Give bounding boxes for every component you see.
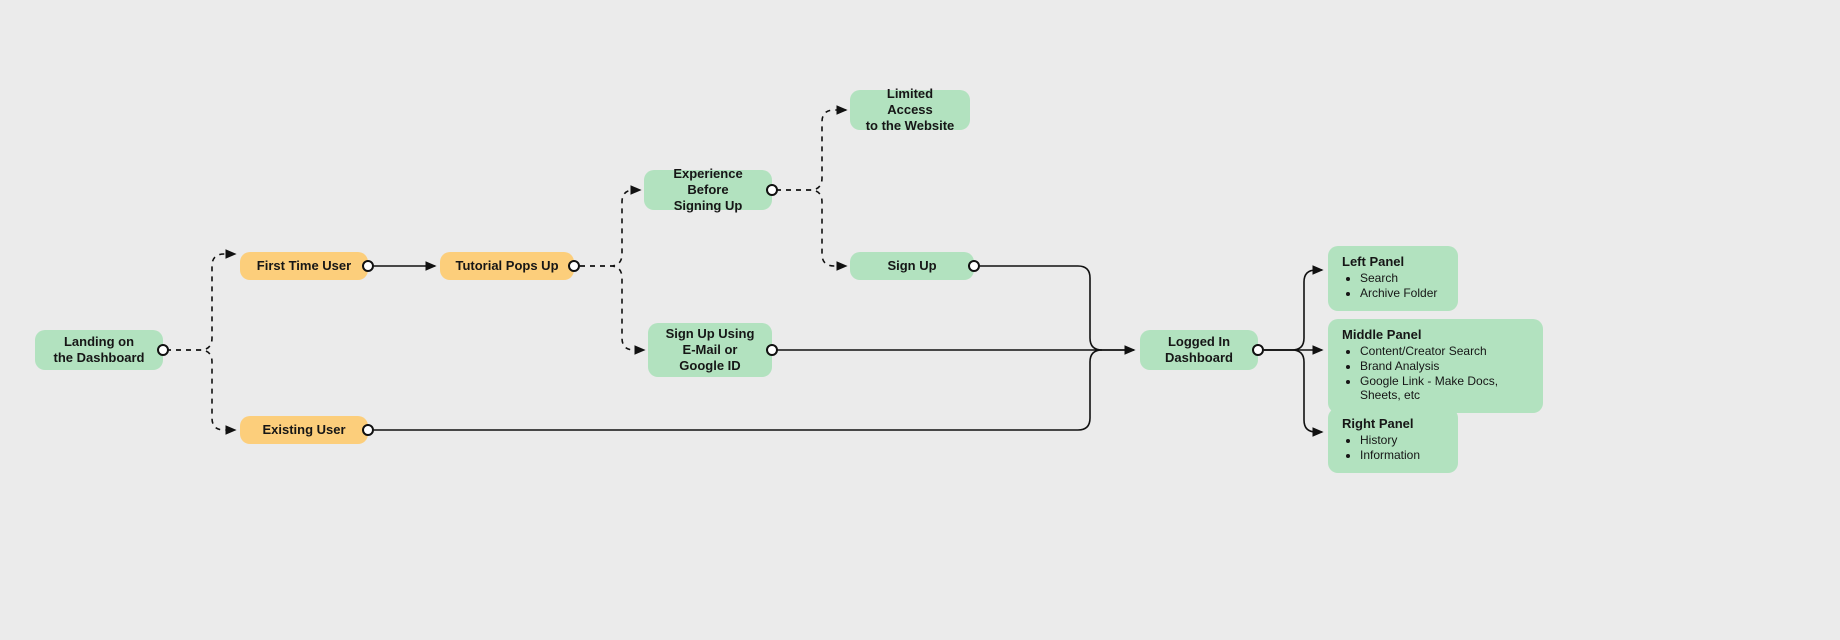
panel-item: Content/Creator Search: [1360, 344, 1529, 358]
panel-title: Right Panel: [1342, 416, 1444, 431]
panel-title: Left Panel: [1342, 254, 1444, 269]
panel-title: Middle Panel: [1342, 327, 1529, 342]
panel-item: Information: [1360, 448, 1444, 462]
node-limited-access[interactable]: Limited Accessto the Website: [850, 90, 970, 130]
node-label: Sign Up UsingE-Mail orGoogle ID: [666, 326, 755, 375]
port-icon: [568, 260, 580, 272]
port-icon: [362, 260, 374, 272]
node-label: Tutorial Pops Up: [455, 258, 558, 274]
node-experience-before-sign-up[interactable]: Experience BeforeSigning Up: [644, 170, 772, 210]
edge-tutorial-to-experience: [580, 190, 640, 266]
edge-experience-to-signup: [776, 190, 846, 266]
edge-landing-to-first-time: [166, 254, 235, 350]
diagram-canvas: Landing onthe Dashboard First Time User …: [0, 0, 1840, 640]
node-logged-in-dashboard[interactable]: Logged InDashboard: [1140, 330, 1258, 370]
node-label: Landing onthe Dashboard: [53, 334, 144, 367]
edge-experience-to-limited: [776, 110, 846, 190]
panel-left[interactable]: Left Panel Search Archive Folder: [1328, 246, 1458, 311]
node-existing-user[interactable]: Existing User: [240, 416, 368, 444]
panel-item: Search: [1360, 271, 1444, 285]
panel-list: Content/Creator Search Brand Analysis Go…: [1342, 344, 1529, 402]
port-icon: [1252, 344, 1264, 356]
panel-list: Search Archive Folder: [1342, 271, 1444, 300]
edge-signup-to-logged-in: [980, 266, 1134, 350]
node-sign-up[interactable]: Sign Up: [850, 252, 974, 280]
node-landing[interactable]: Landing onthe Dashboard: [35, 330, 163, 370]
node-label: Sign Up: [887, 258, 936, 274]
node-tutorial[interactable]: Tutorial Pops Up: [440, 252, 574, 280]
port-icon: [157, 344, 169, 356]
edge-tutorial-to-signup-email: [580, 266, 644, 350]
node-label: Experience BeforeSigning Up: [658, 166, 758, 215]
port-icon: [766, 184, 778, 196]
node-first-time-user[interactable]: First Time User: [240, 252, 368, 280]
node-label: First Time User: [257, 258, 351, 274]
panel-item: History: [1360, 433, 1444, 447]
panel-middle[interactable]: Middle Panel Content/Creator Search Bran…: [1328, 319, 1543, 413]
port-icon: [968, 260, 980, 272]
panel-item: Archive Folder: [1360, 286, 1444, 300]
node-label: Limited Accessto the Website: [864, 86, 956, 135]
node-label: Logged InDashboard: [1165, 334, 1233, 367]
edge-logged-in-to-left-panel: [1264, 270, 1322, 350]
panel-item: Brand Analysis: [1360, 359, 1529, 373]
port-icon: [766, 344, 778, 356]
edge-landing-to-existing: [166, 350, 235, 430]
panel-item: Google Link - Make Docs, Sheets, etc: [1360, 374, 1529, 402]
edge-logged-in-to-right-panel: [1264, 350, 1322, 432]
port-icon: [362, 424, 374, 436]
panel-list: History Information: [1342, 433, 1444, 462]
node-label: Existing User: [262, 422, 345, 438]
node-sign-up-email-google[interactable]: Sign Up UsingE-Mail orGoogle ID: [648, 323, 772, 377]
panel-right[interactable]: Right Panel History Information: [1328, 408, 1458, 473]
